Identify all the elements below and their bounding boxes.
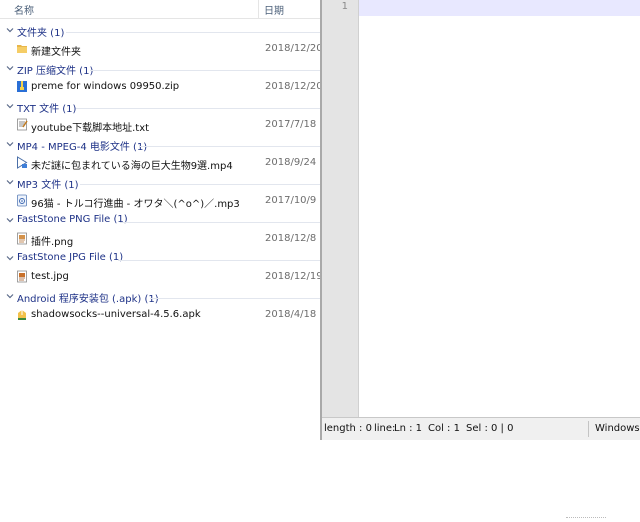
file-date: 2018/4/18 1( xyxy=(265,309,320,320)
group-header-png[interactable]: FastStone PNG File (1) xyxy=(0,212,322,231)
status-eol[interactable]: Windows ( xyxy=(595,423,640,434)
png-file-icon xyxy=(17,232,27,245)
group-divider xyxy=(118,260,322,261)
chevron-down-icon[interactable] xyxy=(5,139,15,149)
file-row[interactable]: 插件.png 2018/12/8 1: xyxy=(0,230,322,249)
file-row[interactable]: 未だ謎に包まれている海の巨大生物9選.mp4 2018/9/24 1( xyxy=(0,154,322,173)
file-row[interactable]: 96猫 - トルコ行進曲 - オワタ＼(^o^)／.mp3 2017/10/9 … xyxy=(0,192,322,211)
file-date: 2018/12/20 xyxy=(265,81,320,92)
status-sel: Sel : 0 | 0 xyxy=(466,423,514,434)
group-divider xyxy=(90,70,322,71)
file-row[interactable]: test.jpg 2018/12/19 : xyxy=(0,268,322,287)
group-divider xyxy=(120,222,322,223)
group-header-mp3[interactable]: MP3 文件 (1) xyxy=(0,174,322,193)
file-name: shadowsocks--universal-4.5.6.apk xyxy=(31,309,201,320)
editor-text-area-current-line[interactable] xyxy=(359,0,640,16)
file-date: 2018/12/8 1: xyxy=(265,233,320,244)
audio-file-icon xyxy=(17,194,27,207)
chevron-down-icon[interactable] xyxy=(5,253,15,263)
status-bar: length : 0 line: Ln : 1 Ln : 1 Col : 1 S… xyxy=(322,417,640,440)
file-date: 2018/12/19 : xyxy=(265,271,320,282)
file-name: 未だ謎に包まれている海の巨大生物9選.mp4 xyxy=(31,161,233,172)
group-divider xyxy=(80,184,322,185)
group-divider xyxy=(150,298,322,299)
line-number: 1 xyxy=(341,1,348,12)
apk-file-icon xyxy=(18,310,26,320)
jpg-file-icon xyxy=(17,270,27,283)
line-number-gutter[interactable]: 1 xyxy=(322,0,359,418)
file-name: 插件.png xyxy=(31,237,74,248)
chevron-down-icon[interactable] xyxy=(5,291,15,301)
file-explorer-pane: 名称 日期 文件夹 (1) 新建文件夹 2018/12/20 ZIP 压缩文件 … xyxy=(0,0,322,522)
group-label: TXT 文件 (1) xyxy=(17,104,77,115)
file-name: 新建文件夹 xyxy=(31,47,81,58)
video-file-icon xyxy=(17,156,28,169)
file-row[interactable]: youtube下载脚本地址.txt 2017/7/18 1( xyxy=(0,116,322,135)
group-divider xyxy=(140,146,322,147)
group-label: MP4 - MPEG-4 电影文件 (1) xyxy=(17,142,148,153)
file-name: youtube下载脚本地址.txt xyxy=(31,123,150,134)
text-file-icon xyxy=(17,118,28,131)
group-header-mp4[interactable]: MP4 - MPEG-4 电影文件 (1) xyxy=(0,136,322,155)
file-date: 2018/9/24 1( xyxy=(265,157,320,168)
status-col: Col : 1 xyxy=(428,423,460,434)
group-header-zip[interactable]: ZIP 压缩文件 (1) xyxy=(0,60,322,79)
file-name: test.jpg xyxy=(31,271,69,282)
file-row[interactable]: shadowsocks--universal-4.5.6.apk 2018/4/… xyxy=(0,306,322,325)
file-date: 2017/7/18 1( xyxy=(265,119,320,130)
file-date: 2018/12/20 xyxy=(265,43,320,54)
group-header-jpg[interactable]: FastStone JPG File (1) xyxy=(0,250,322,269)
chevron-down-icon[interactable] xyxy=(5,101,15,111)
group-header-apk[interactable]: Android 程序安装包 (.apk) (1) xyxy=(0,288,322,307)
file-name: preme for windows 09950.zip xyxy=(31,81,180,92)
column-divider[interactable] xyxy=(258,0,259,18)
text-editor-window: 1 length : 0 line: Ln : 1 Ln : 1 Col : 1… xyxy=(320,0,640,440)
status-line-ln: Ln : 1 xyxy=(394,423,422,434)
group-label: FastStone PNG File (1) xyxy=(17,214,128,225)
group-divider xyxy=(76,108,322,109)
chevron-down-icon[interactable] xyxy=(5,63,15,73)
status-length: length : 0 xyxy=(324,423,372,434)
file-row[interactable]: 新建文件夹 2018/12/20 xyxy=(0,40,322,59)
group-header-folder[interactable]: 文件夹 (1) xyxy=(0,22,322,41)
column-header-name[interactable]: 名称 xyxy=(14,2,34,17)
group-label: MP3 文件 (1) xyxy=(17,180,79,191)
group-divider xyxy=(66,32,322,33)
zip-file-icon xyxy=(17,81,27,92)
decorative-dots xyxy=(566,517,606,519)
status-divider xyxy=(588,421,589,437)
chevron-down-icon[interactable] xyxy=(5,215,15,225)
group-label: ZIP 压缩文件 (1) xyxy=(17,66,94,77)
file-date: 2017/10/9 1: xyxy=(265,195,320,206)
group-header-txt[interactable]: TXT 文件 (1) xyxy=(0,98,322,117)
folder-icon xyxy=(17,45,27,53)
file-name: 96猫 - トルコ行進曲 - オワタ＼(^o^)／.mp3 xyxy=(31,199,240,210)
file-row[interactable]: preme for windows 09950.zip 2018/12/20 xyxy=(0,78,322,97)
chevron-down-icon[interactable] xyxy=(5,177,15,187)
chevron-down-icon[interactable] xyxy=(5,25,15,35)
group-label: 文件夹 (1) xyxy=(17,28,65,39)
group-label: Android 程序安装包 (.apk) (1) xyxy=(17,294,159,305)
column-header-date[interactable]: 日期 xyxy=(264,2,284,17)
column-header-bar: 名称 日期 xyxy=(0,0,322,19)
group-label: FastStone JPG File (1) xyxy=(17,252,124,263)
